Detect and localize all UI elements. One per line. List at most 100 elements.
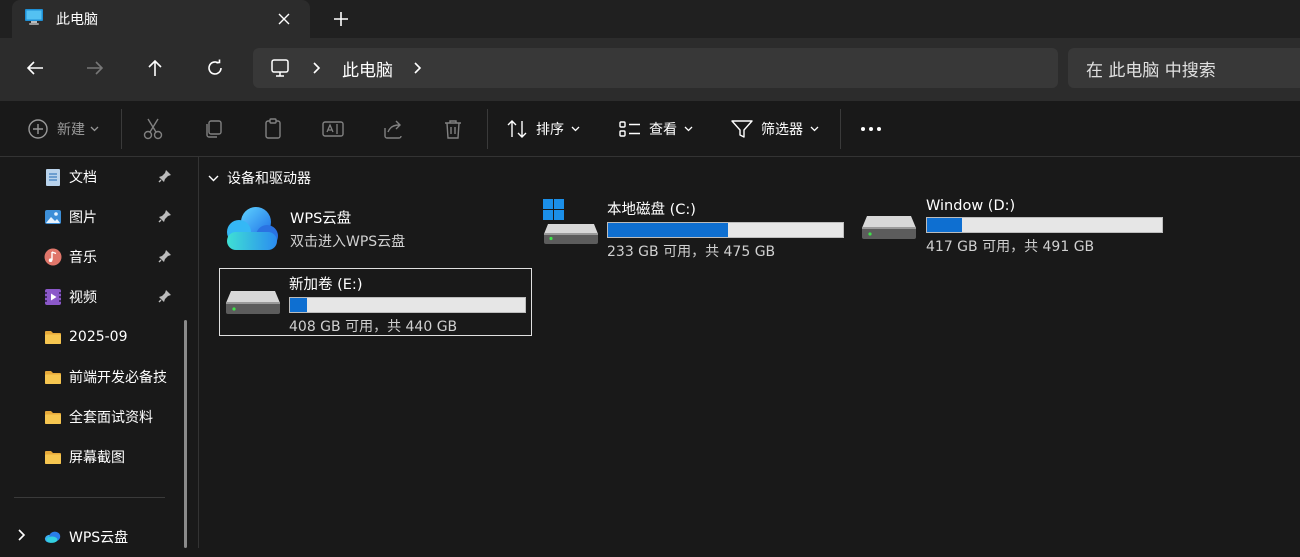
tab-title: 此电脑 xyxy=(56,12,98,28)
section-devices-drives[interactable]: 设备和驱动器 xyxy=(208,168,311,188)
sidebar-item-folder[interactable]: 屏幕截图 xyxy=(44,437,176,477)
folder-icon xyxy=(44,448,62,466)
drive-c-usage-fill xyxy=(608,223,728,237)
sidebar-item-videos[interactable]: 视频 xyxy=(44,277,176,317)
add-circle-icon xyxy=(27,118,49,140)
new-tab-icon[interactable] xyxy=(330,8,352,30)
section-title: 设备和驱动器 xyxy=(227,171,311,187)
sidebar-item-folder[interactable]: 2025-09 xyxy=(44,317,176,357)
view-label: 查看 xyxy=(649,122,677,138)
drive-e-usage-bar xyxy=(289,297,526,313)
drive-d-info: 417 GB 可用，共 491 GB xyxy=(926,239,1095,255)
toolbar-divider xyxy=(840,109,841,149)
sidebar-item-label: 屏幕截图 xyxy=(69,450,125,466)
sidebar-item-label: 全套面试资料 xyxy=(69,410,153,426)
chevron-down-icon[interactable] xyxy=(208,175,219,182)
monitor-icon xyxy=(24,8,44,30)
sidebar-item-label: 文档 xyxy=(69,170,97,186)
pin-icon[interactable] xyxy=(158,209,172,227)
share-icon[interactable] xyxy=(373,109,413,149)
back-icon[interactable] xyxy=(15,48,55,88)
drive-e-info: 408 GB 可用，共 440 GB xyxy=(289,319,458,335)
toolbar-divider xyxy=(487,109,488,149)
paste-icon[interactable] xyxy=(253,109,293,149)
folder-icon xyxy=(44,408,62,426)
sidebar-item-wps-cloud[interactable]: WPS云盘 xyxy=(44,517,176,557)
chevron-down-icon xyxy=(571,126,580,132)
refresh-icon[interactable] xyxy=(195,48,235,88)
more-options-icon[interactable] xyxy=(851,109,891,149)
wps-cloud-icon xyxy=(44,528,62,546)
cut-icon[interactable] xyxy=(133,109,173,149)
search-placeholder: 在 此电脑 中搜索 xyxy=(1086,60,1216,81)
video-icon xyxy=(44,288,62,306)
drive-d-tile[interactable]: Window (D:) 417 GB 可用，共 491 GB xyxy=(859,198,1169,262)
forward-icon[interactable] xyxy=(75,48,115,88)
sidebar-item-folder[interactable]: 全套面试资料 xyxy=(44,397,176,437)
pin-icon[interactable] xyxy=(158,169,172,187)
new-button[interactable]: 新建 xyxy=(20,109,106,149)
sort-button[interactable]: 排序 xyxy=(500,109,586,149)
toolbar-divider xyxy=(121,109,122,149)
chevron-right-icon[interactable] xyxy=(413,61,423,75)
drive-e-name: 新加卷 (E:) xyxy=(289,277,363,293)
drive-c-info: 233 GB 可用，共 475 GB xyxy=(607,244,776,260)
delete-icon[interactable] xyxy=(433,109,473,149)
sidebar-item-documents[interactable]: 文档 xyxy=(44,157,176,197)
wps-cloud-name: WPS云盘 xyxy=(290,211,352,227)
folder-icon xyxy=(44,328,62,346)
pc-icon xyxy=(270,58,290,78)
filter-button[interactable]: 筛选器 xyxy=(723,109,827,149)
folder-icon xyxy=(44,368,62,386)
sidebar-item-label: 视频 xyxy=(69,290,97,306)
sidebar-scrollbar[interactable] xyxy=(184,320,187,548)
chevron-down-icon xyxy=(90,126,99,132)
up-icon[interactable] xyxy=(135,48,175,88)
pictures-icon xyxy=(44,208,62,226)
close-tab-icon[interactable] xyxy=(274,9,294,29)
chevron-down-icon xyxy=(684,126,693,132)
drive-c-tile[interactable]: 本地磁盘 (C:) 233 GB 可用，共 475 GB xyxy=(540,198,850,262)
tab-this-pc[interactable]: 此电脑 xyxy=(12,0,310,38)
rename-icon[interactable] xyxy=(313,109,353,149)
drive-d-usage-bar xyxy=(926,217,1163,233)
view-list-icon xyxy=(619,119,641,139)
sidebar-item-label: 前端开发必备技 xyxy=(69,370,167,386)
expand-chevron-icon[interactable] xyxy=(17,528,27,542)
system-drive-icon xyxy=(540,198,604,262)
chevron-down-icon xyxy=(810,126,819,132)
sidebar-item-music[interactable]: 音乐 xyxy=(44,237,176,277)
search-input[interactable]: 在 此电脑 中搜索 xyxy=(1068,48,1300,88)
wps-cloud-icon xyxy=(222,202,284,260)
drive-icon xyxy=(220,273,289,335)
music-icon xyxy=(44,248,62,266)
sort-icon xyxy=(506,119,528,139)
pin-icon[interactable] xyxy=(158,249,172,267)
view-button[interactable]: 查看 xyxy=(611,109,701,149)
new-label: 新建 xyxy=(57,122,85,138)
drive-e-tile[interactable]: 新加卷 (E:) 408 GB 可用，共 440 GB xyxy=(219,268,532,336)
copy-icon[interactable] xyxy=(193,109,233,149)
wps-cloud-tile[interactable]: WPS云盘 双击进入WPS云盘 xyxy=(222,202,522,260)
sort-label: 排序 xyxy=(536,122,564,138)
sidebar-item-folder[interactable]: 前端开发必备技 xyxy=(44,357,184,397)
chevron-right-icon[interactable] xyxy=(312,61,322,75)
drive-d-name: Window (D:) xyxy=(926,198,1016,214)
pin-icon[interactable] xyxy=(158,289,172,307)
pane-divider xyxy=(198,157,199,548)
drive-d-usage-fill xyxy=(927,218,963,232)
drive-e-usage-fill xyxy=(290,298,308,312)
sidebar-divider xyxy=(14,497,165,498)
sidebar-item-label: 2025-09 xyxy=(69,329,128,345)
drive-c-usage-bar xyxy=(607,222,844,238)
document-icon xyxy=(44,168,62,186)
filter-icon xyxy=(731,119,753,139)
breadcrumb-this-pc[interactable]: 此电脑 xyxy=(342,56,393,81)
sidebar-item-pictures[interactable]: 图片 xyxy=(44,197,176,237)
drive-c-name: 本地磁盘 (C:) xyxy=(607,202,696,218)
wps-cloud-subtitle: 双击进入WPS云盘 xyxy=(290,234,406,250)
sidebar-item-label: 音乐 xyxy=(69,250,97,266)
sidebar-item-label: 图片 xyxy=(69,210,97,226)
address-bar[interactable]: 此电脑 xyxy=(253,48,1058,88)
filter-label: 筛选器 xyxy=(761,122,803,138)
